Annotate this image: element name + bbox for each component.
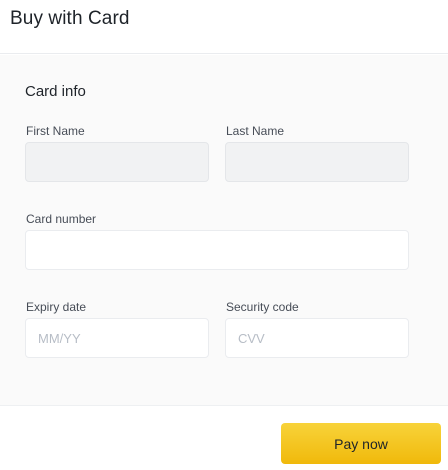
dialog-title: Buy with Card	[10, 8, 130, 29]
last-name-field[interactable]	[225, 142, 409, 182]
security-code-field[interactable]	[225, 318, 409, 358]
first-name-field[interactable]	[25, 142, 209, 182]
expiry-date-field[interactable]	[25, 318, 209, 358]
last-name-label: Last Name	[226, 124, 285, 138]
card-info-heading: Card info	[25, 83, 86, 100]
expiry-date-label: Expiry date	[26, 300, 87, 314]
card-number-label: Card number	[26, 212, 97, 226]
buy-with-card-dialog: Buy with Card Card info First Name Last …	[0, 0, 448, 470]
security-code-label: Security code	[226, 300, 299, 314]
pay-now-button[interactable]: Pay now	[281, 423, 441, 464]
dialog-header: Buy with Card	[0, 0, 448, 54]
first-name-label: First Name	[26, 124, 85, 138]
card-number-field[interactable]	[25, 230, 409, 270]
